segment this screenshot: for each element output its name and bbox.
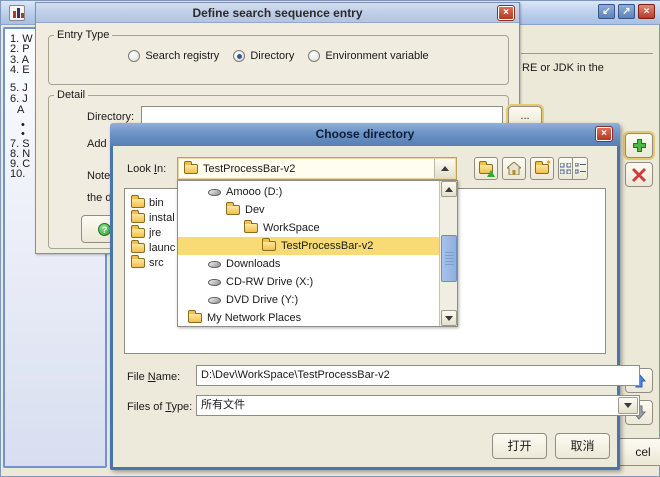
red-x-icon — [632, 168, 646, 182]
scrollbar-thumb[interactable] — [441, 235, 457, 282]
chevron-up-icon — [445, 187, 453, 192]
choose-dialog-title: Choose directory — [316, 127, 415, 141]
choose-dialog-body: Look In: TestProcessBar-v2 ✶ — [113, 146, 617, 467]
chevron-down-icon — [624, 403, 632, 408]
details-view-icon — [575, 163, 586, 174]
list-item[interactable]: launc — [131, 240, 175, 255]
chevron-up-icon — [441, 166, 449, 171]
folder-icon — [226, 205, 240, 215]
folder-icon — [131, 213, 145, 223]
background-text: RE or JDK in the — [522, 62, 604, 74]
look-in-dropdown[interactable]: Amooo (D:) Dev WorkSpace TestProcessBar-… — [177, 180, 458, 327]
radio-directory[interactable]: Directory — [233, 50, 294, 62]
home-icon — [507, 162, 521, 175]
folder-icon — [131, 243, 145, 253]
folder-icon — [184, 164, 198, 174]
list-view-button[interactable] — [558, 157, 573, 180]
combo-arrow-button[interactable] — [434, 159, 455, 178]
open-button[interactable]: 打开 — [492, 433, 547, 459]
tree-item[interactable]: DVD Drive (Y:) — [178, 291, 440, 309]
close-icon[interactable]: × — [596, 127, 612, 141]
remove-button[interactable] — [625, 162, 653, 187]
radio-label: Environment variable — [325, 50, 428, 62]
tree-item[interactable]: My Network Places — [178, 309, 440, 327]
plus-icon — [632, 138, 647, 153]
files-of-type-label: Files of Type: — [127, 401, 192, 413]
tree-item[interactable]: Downloads — [178, 255, 440, 273]
radio-search-registry[interactable]: Search registry — [128, 50, 219, 62]
close-button[interactable]: × — [638, 4, 655, 19]
list-item[interactable]: jre — [131, 225, 161, 240]
up-folder-button[interactable] — [474, 157, 498, 180]
maximize-button[interactable]: ↗ — [618, 4, 635, 19]
list-item[interactable]: src — [131, 255, 164, 270]
minimize-button[interactable]: ↙ — [598, 4, 615, 19]
define-dialog-title: Define search sequence entry — [192, 6, 362, 20]
scroll-down-button[interactable] — [441, 310, 457, 326]
radio-environment-variable[interactable]: Environment variable — [308, 50, 428, 62]
files-of-type-value: 所有文件 — [201, 399, 245, 411]
step-item: 10. — [10, 168, 25, 180]
directory-label: Directory: — [87, 111, 134, 123]
entry-type-legend: Entry Type — [54, 29, 112, 41]
file-name-label: File Name: — [127, 371, 180, 383]
app-icon — [9, 5, 25, 21]
list-item[interactable]: bin — [131, 195, 164, 210]
drive-icon — [208, 189, 221, 196]
add-button[interactable] — [625, 133, 653, 158]
tree-item[interactable]: CD-RW Drive (X:) — [178, 273, 440, 291]
combo-arrow-button[interactable] — [618, 397, 638, 414]
home-button[interactable] — [502, 157, 526, 180]
drive-icon — [208, 261, 221, 268]
choose-dialog-titlebar[interactable]: Choose directory × — [110, 123, 620, 146]
scroll-up-button[interactable] — [441, 181, 457, 197]
choose-directory-dialog: Choose directory × Look In: TestProcessB… — [110, 123, 620, 470]
folder-icon — [188, 313, 202, 323]
detail-legend: Detail — [54, 89, 88, 101]
file-name-input[interactable]: D:\Dev\WorkSpace\TestProcessBar-v2 — [196, 365, 640, 386]
radio-icon[interactable] — [128, 50, 140, 62]
green-up-arrow-icon — [487, 170, 495, 177]
folder-icon — [244, 223, 258, 233]
step-item: 4. E — [10, 64, 30, 76]
list-view-icon — [560, 163, 571, 174]
screen: { "main_window": { "steps": ["1. W","2. … — [0, 0, 660, 477]
separator — [521, 53, 653, 54]
sparkle-icon: ✶ — [545, 159, 552, 167]
tree-item[interactable]: WorkSpace — [178, 219, 440, 237]
details-view-button[interactable] — [573, 157, 588, 180]
close-icon[interactable]: × — [498, 6, 514, 20]
step-item: A — [17, 104, 24, 116]
radio-label: Directory — [250, 50, 294, 62]
chooser-toolbar: ✶ — [474, 157, 588, 180]
look-in-value: TestProcessBar-v2 — [203, 163, 295, 175]
folder-icon — [131, 228, 145, 238]
folder-icon — [262, 241, 276, 251]
drive-icon — [208, 279, 221, 286]
folder-icon — [131, 198, 145, 208]
list-item[interactable]: instal — [131, 210, 175, 225]
tree-item[interactable]: Amooo (D:) — [178, 183, 440, 201]
cancel-button[interactable]: 取消 — [555, 433, 610, 459]
tree-item-selected[interactable]: TestProcessBar-v2 — [178, 237, 440, 255]
define-dialog-titlebar[interactable]: Define search sequence entry × — [36, 3, 519, 23]
dropdown-scrollbar[interactable] — [439, 181, 457, 326]
entry-type-group: Entry Type Search registry Directory Env… — [48, 29, 509, 85]
look-in-label: Look In: — [127, 163, 166, 175]
folder-icon — [131, 258, 145, 268]
look-in-combobox[interactable]: TestProcessBar-v2 — [177, 157, 457, 180]
cancel-button-partial[interactable]: cel — [617, 438, 660, 466]
chevron-down-icon — [445, 316, 453, 321]
tree-item[interactable]: Dev — [178, 201, 440, 219]
files-of-type-combobox[interactable]: 所有文件 — [196, 395, 640, 416]
radio-icon[interactable] — [308, 50, 320, 62]
new-folder-button[interactable]: ✶ — [530, 157, 554, 180]
radio-label: Search registry — [145, 50, 219, 62]
drive-icon — [208, 297, 221, 304]
radio-icon-selected[interactable] — [233, 50, 245, 62]
